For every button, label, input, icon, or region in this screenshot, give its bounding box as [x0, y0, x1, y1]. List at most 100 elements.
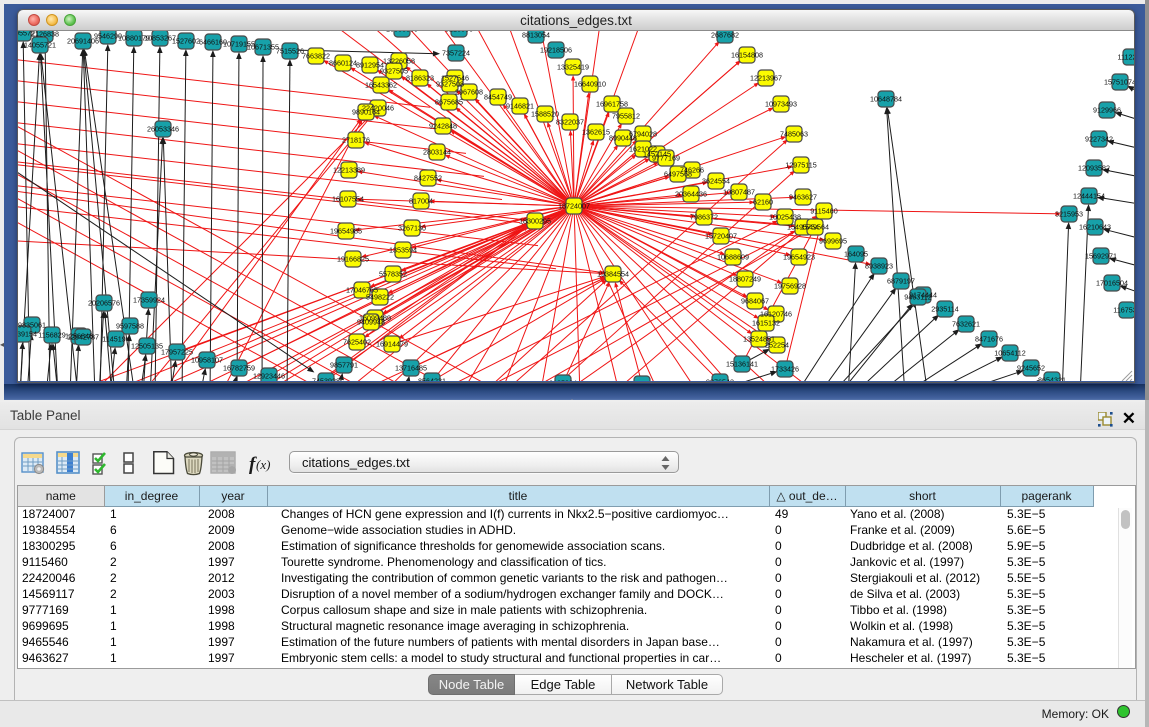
svg-text:12923446: 12923446 [253, 372, 285, 381]
svg-text:2126838: 2126838 [31, 31, 59, 39]
svg-text:2687682: 2687682 [711, 31, 739, 40]
svg-text:62160: 62160 [753, 198, 773, 207]
svg-text:2718176: 2718176 [342, 136, 370, 145]
svg-text:7357224: 7357224 [442, 49, 470, 58]
svg-text:16120746: 16120746 [760, 310, 792, 319]
svg-text:26053346: 26053346 [147, 125, 179, 134]
svg-text:2967608: 2967608 [455, 88, 483, 97]
svg-text:9463112: 9463112 [904, 293, 931, 302]
svg-text:10025438: 10025438 [769, 213, 801, 222]
svg-text:1588520: 1588520 [531, 110, 559, 119]
svg-text:1112228: 1112228 [1118, 53, 1134, 62]
svg-text:1353594: 1353594 [389, 246, 417, 255]
svg-text:12505135: 12505135 [131, 342, 163, 351]
svg-text:1156829: 1156829 [38, 331, 65, 340]
svg-text:12975115: 12975115 [785, 161, 816, 170]
svg-text:1615132: 1615132 [752, 319, 780, 328]
svg-text:9409948: 9409948 [357, 318, 385, 327]
svg-text:817004: 817004 [409, 197, 433, 206]
svg-text:9890164: 9890164 [352, 108, 380, 117]
svg-text:9218506: 9218506 [445, 31, 473, 34]
svg-text:7453928: 7453928 [312, 377, 340, 382]
svg-text:19218506: 19218506 [540, 46, 572, 55]
svg-text:7986372: 7986372 [690, 213, 718, 222]
svg-text:1167533: 1167533 [1113, 306, 1134, 315]
svg-text:2935114: 2935114 [931, 305, 958, 314]
svg-text:12093582: 12093582 [1078, 164, 1110, 173]
svg-text:9777169: 9777169 [652, 154, 680, 163]
svg-text:10807487: 10807487 [723, 188, 755, 197]
svg-text:1549564: 1549564 [801, 223, 829, 232]
svg-text:10958107: 10958107 [191, 356, 223, 365]
svg-text:18300295: 18300295 [519, 217, 551, 226]
svg-text:12213967: 12213967 [750, 74, 782, 83]
svg-text:15720407: 15720407 [705, 232, 737, 241]
svg-text:16107554: 16107554 [332, 195, 364, 204]
svg-text:9684067: 9684067 [741, 297, 769, 306]
svg-text:9115460: 9115460 [810, 207, 837, 216]
svg-text:8564231: 8564231 [418, 377, 446, 382]
svg-text:8938923: 8938923 [865, 262, 893, 271]
svg-text:4939154: 4939154 [18, 330, 37, 339]
svg-text:16914479: 16914479 [376, 340, 408, 349]
svg-text:9245652: 9245652 [1017, 364, 1045, 373]
svg-text:8454749: 8454749 [484, 93, 512, 102]
svg-text:164095: 164095 [844, 250, 868, 259]
svg-text:9876543: 9876543 [706, 378, 734, 382]
svg-text:16154808: 16154808 [731, 51, 763, 60]
svg-text:16782759: 16782759 [223, 364, 255, 373]
svg-text:6794028: 6794028 [629, 130, 657, 139]
svg-text:3215953: 3215953 [1055, 210, 1083, 219]
svg-text:7515526: 7515526 [276, 47, 304, 56]
svg-text:10973493: 10973493 [765, 100, 797, 109]
svg-text:9146821: 9146821 [506, 102, 534, 111]
svg-text:13325419: 13325419 [557, 63, 589, 72]
svg-text:9242848: 9242848 [429, 122, 457, 131]
svg-text:5498222: 5498222 [366, 293, 394, 302]
svg-text:12213389: 12213389 [333, 166, 365, 175]
svg-text:(x): (x) [256, 457, 270, 472]
svg-text:19654923: 19654923 [783, 253, 815, 262]
svg-text:14055721: 14055721 [24, 41, 56, 50]
svg-text:1145194: 1145194 [102, 335, 129, 344]
svg-text:7632621: 7632621 [952, 320, 980, 329]
svg-text:12444154: 12444154 [1073, 192, 1105, 201]
svg-text:16961758: 16961758 [596, 100, 628, 109]
svg-text:15136141: 15136141 [726, 360, 758, 369]
svg-text:18807249: 18807249 [729, 275, 761, 284]
svg-text:9857791: 9857791 [330, 361, 358, 370]
svg-text:5578352: 5578352 [379, 270, 407, 279]
svg-text:1527602: 1527602 [172, 37, 200, 46]
svg-text:1733426: 1733426 [771, 365, 799, 374]
svg-text:7485063: 7485063 [780, 130, 808, 139]
svg-text:17359924: 17359924 [133, 296, 165, 305]
svg-text:9699695: 9699695 [819, 237, 847, 246]
svg-text:13716485: 13716485 [395, 364, 427, 373]
svg-text:13226058: 13226058 [383, 57, 415, 66]
svg-text:8813054: 8813054 [522, 31, 550, 40]
svg-text:15692971: 15692971 [1085, 252, 1117, 261]
svg-text:9129966: 9129966 [1093, 106, 1121, 115]
svg-text:17957225: 17957225 [161, 348, 193, 357]
svg-text:252254: 252254 [765, 341, 789, 350]
svg-text:19384554: 19384554 [597, 270, 629, 279]
svg-text:3624554: 3624554 [702, 177, 730, 186]
svg-text:10654112: 10654112 [994, 349, 1025, 358]
svg-text:20364436: 20364436 [675, 190, 707, 199]
svg-text:16543362: 16543362 [365, 81, 397, 90]
svg-text:18724007: 18724007 [558, 202, 590, 211]
svg-text:9463627: 9463627 [789, 193, 817, 202]
svg-text:15751074: 15751074 [1104, 78, 1134, 87]
svg-text:12942737: 12942737 [67, 333, 99, 342]
svg-text:10688609: 10688609 [717, 253, 749, 262]
svg-text:6497568: 6497568 [664, 170, 692, 179]
svg-text:17016504: 17016504 [1096, 279, 1128, 288]
svg-text:16640910: 16640910 [574, 80, 606, 89]
svg-text:19756928: 19756928 [774, 282, 806, 291]
svg-text:7235952: 7235952 [628, 380, 656, 382]
svg-text:16210643: 16210643 [1079, 223, 1111, 232]
svg-text:7955812: 7955812 [612, 112, 640, 121]
svg-text:8675685: 8675685 [435, 98, 463, 107]
svg-text:6879197: 6879197 [887, 277, 915, 286]
svg-text:19166825: 19166825 [337, 255, 369, 264]
